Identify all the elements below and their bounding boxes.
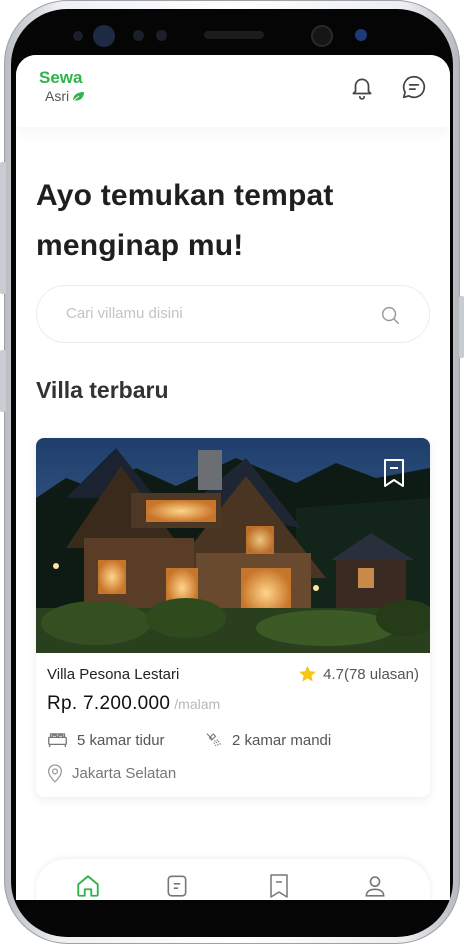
profile-icon[interactable] <box>361 872 389 900</box>
brand-title: Sewa <box>39 68 83 87</box>
bedroom-text: 5 kamar tidur <box>77 731 165 749</box>
brand-subtitle-row: Asri <box>45 87 85 105</box>
star-icon <box>299 665 316 682</box>
phone-side-button <box>459 296 464 358</box>
front-camera <box>93 25 115 47</box>
search-bar[interactable] <box>36 285 430 343</box>
search-input[interactable] <box>64 304 368 323</box>
phone-side-button <box>0 162 6 294</box>
app-screen: Sewa Asri Ayo temukan tempat menginap mu… <box>16 55 450 900</box>
sensor-dot <box>355 29 367 41</box>
villa-rating: 4.7(78 ulasan) <box>298 665 419 683</box>
bookmark-icon[interactable] <box>265 872 293 900</box>
price-row: Rp. 7.200.000 /malam <box>47 693 220 715</box>
bedroom-info: 5 kamar tidur <box>47 731 165 749</box>
sensor-dot <box>73 31 83 41</box>
bathroom-info: 2 kamar mandi <box>205 731 331 749</box>
app-header: Sewa Asri <box>16 55 450 127</box>
price-unit: /malam <box>174 696 221 712</box>
phone-speaker <box>204 31 264 39</box>
bell-icon[interactable] <box>348 73 376 101</box>
leaf-icon <box>72 91 85 101</box>
search-icon[interactable] <box>379 304 401 326</box>
brand-logo: Sewa Asri <box>39 69 85 105</box>
chat-icon[interactable] <box>400 73 428 101</box>
bottom-navigation <box>36 859 430 900</box>
bookmark-icon[interactable] <box>382 458 406 488</box>
home-icon[interactable] <box>74 872 102 900</box>
villa-photo <box>36 438 430 653</box>
sensor-dot <box>156 30 167 41</box>
location-pin-icon <box>47 764 63 783</box>
document-icon[interactable] <box>163 872 191 900</box>
shower-icon <box>206 733 221 747</box>
villa-card[interactable]: Villa Pesona Lestari 4.7(78 ulasan) Rp. … <box>36 438 430 797</box>
brand-subtitle: Asri <box>45 88 70 104</box>
phone-side-button <box>0 350 6 412</box>
villa-name: Villa Pesona Lestari <box>47 666 180 683</box>
sensor-dot <box>133 30 144 41</box>
section-title: Villa terbaru <box>36 377 169 403</box>
rating-text: 4.7(78 ulasan) <box>323 665 419 683</box>
phone-mockup: Sewa Asri Ayo temukan tempat menginap mu… <box>0 0 464 946</box>
villa-location: Jakarta Selatan <box>47 763 176 783</box>
page-headline: Ayo temukan tempat menginap mu! <box>36 179 334 262</box>
bathroom-text: 2 kamar mandi <box>232 731 332 749</box>
location-text: Jakarta Selatan <box>72 764 177 782</box>
villa-price: Rp. 7.200.000 <box>47 693 171 714</box>
front-camera <box>311 25 333 47</box>
bed-icon <box>48 733 67 747</box>
